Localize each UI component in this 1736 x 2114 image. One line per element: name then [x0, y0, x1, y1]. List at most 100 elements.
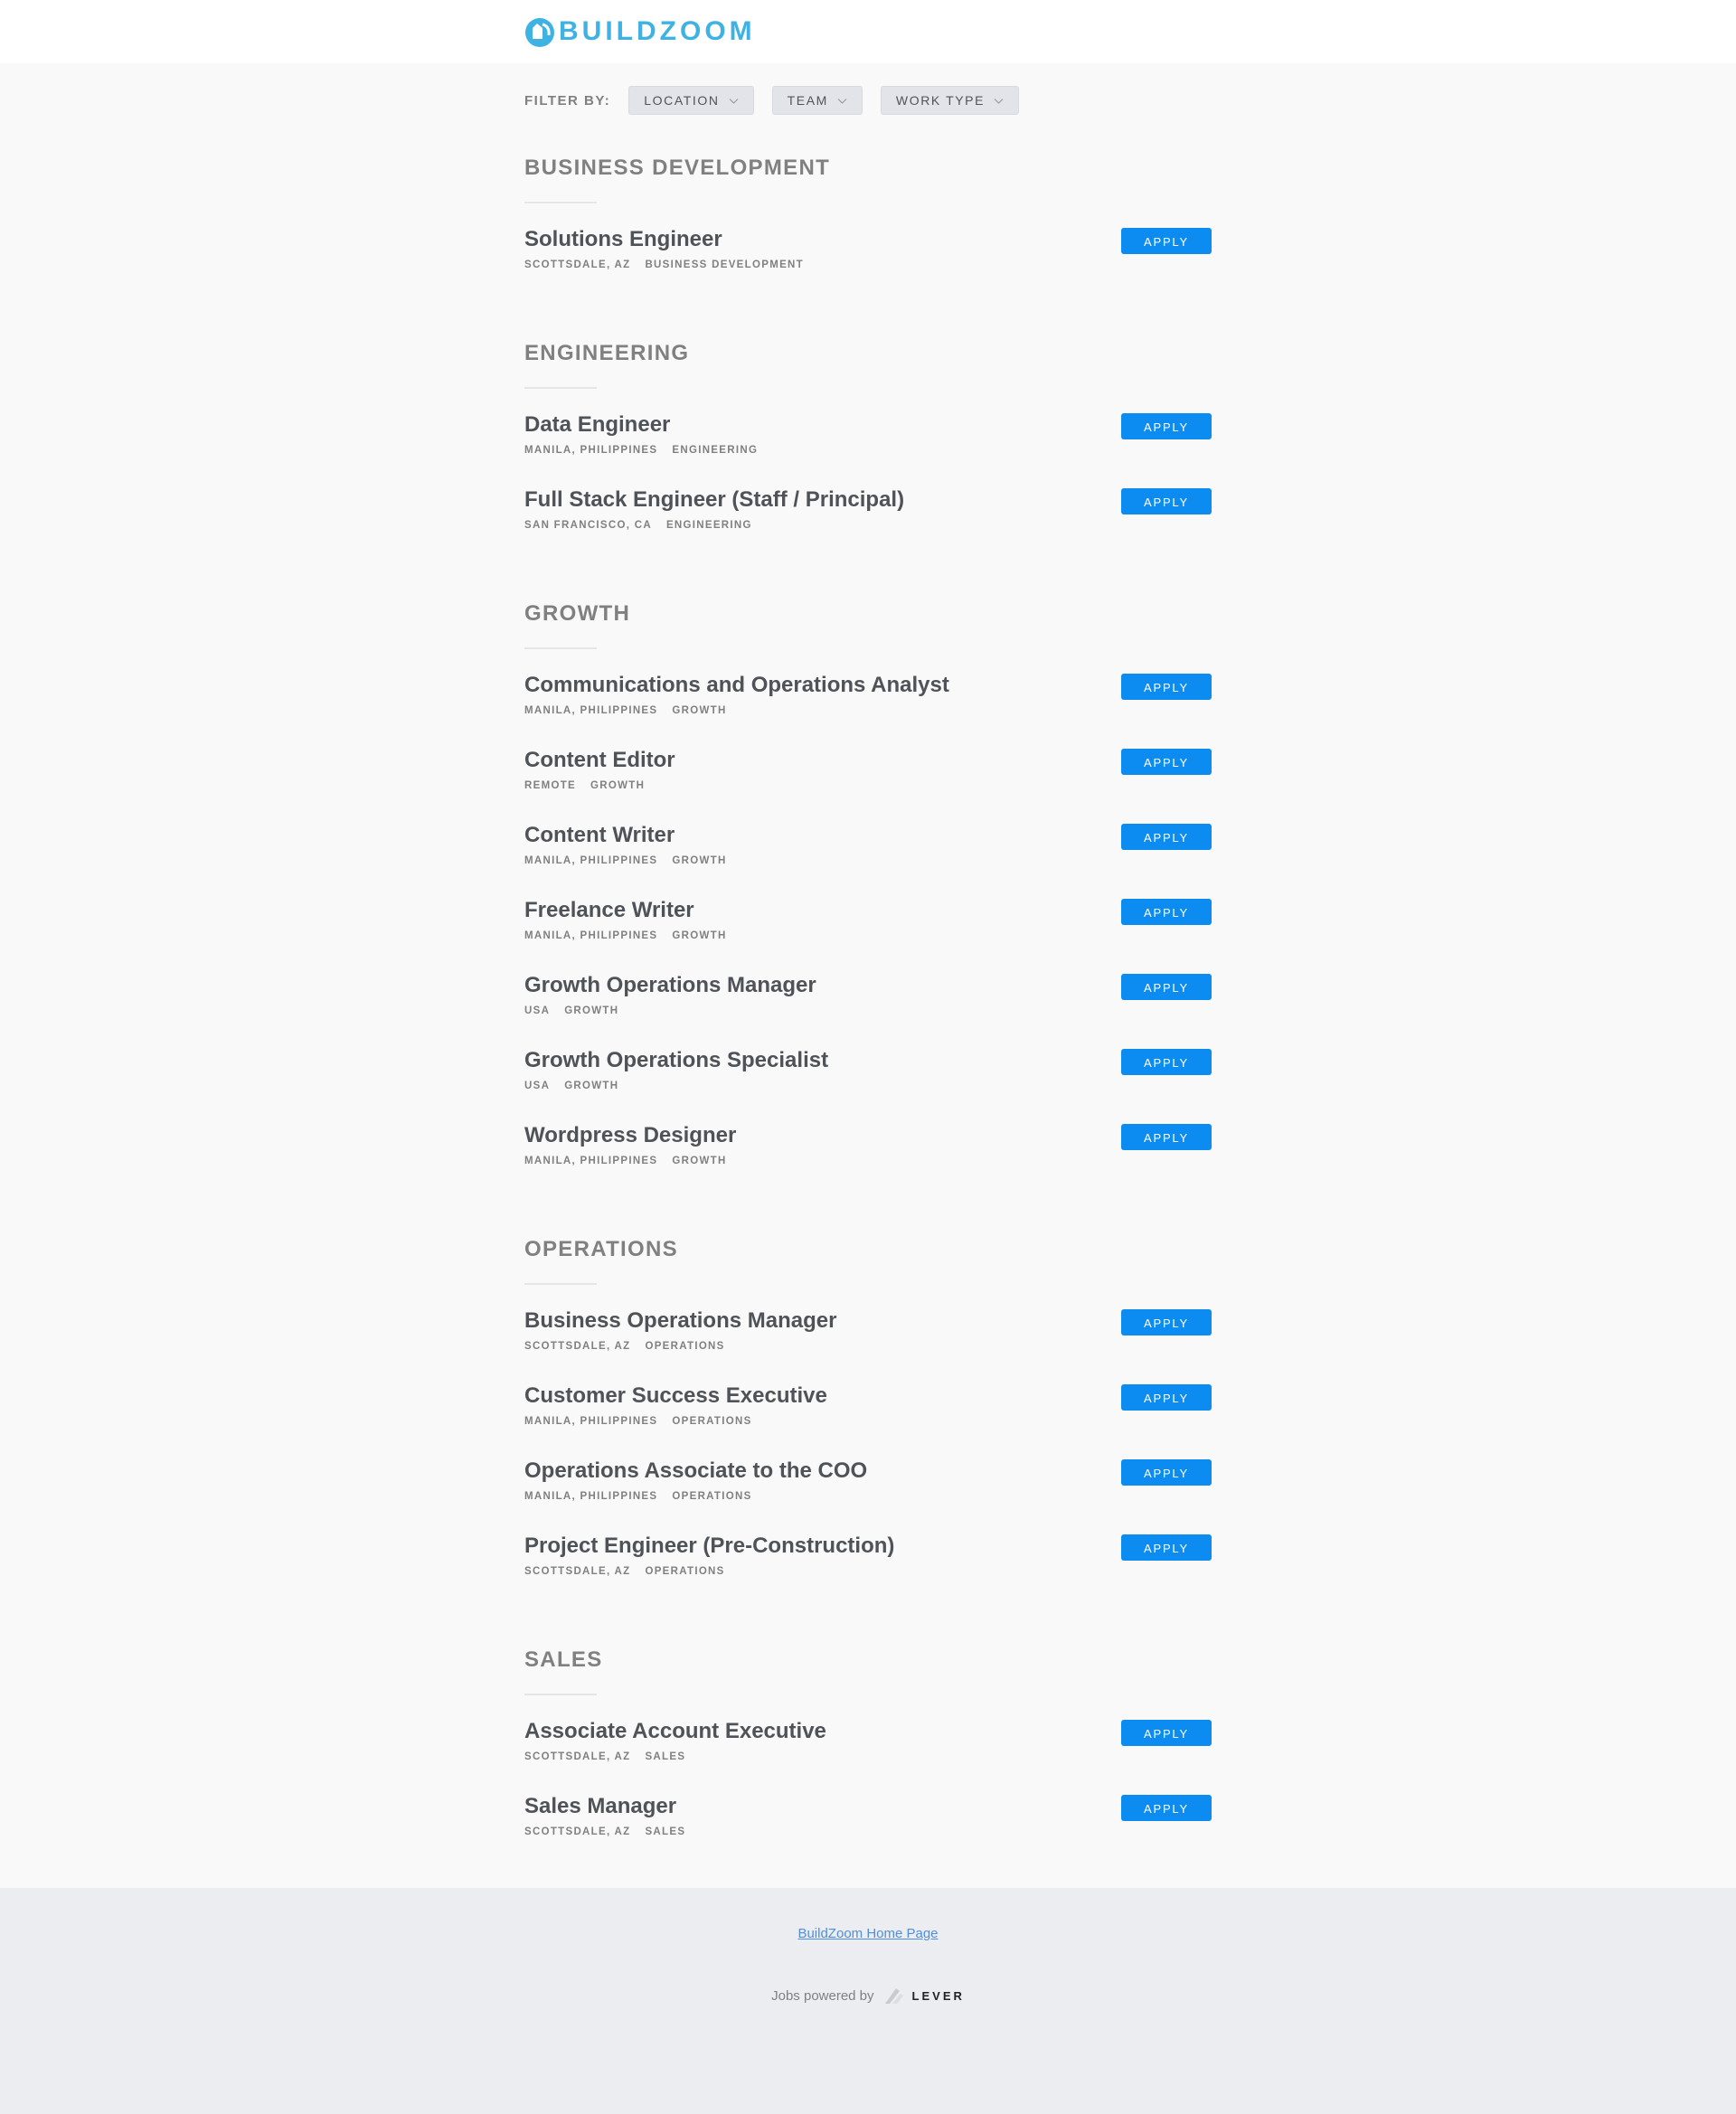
apply-button[interactable]: APPLY — [1121, 899, 1212, 925]
posting-location: SAN FRANCISCO, CA — [524, 520, 652, 531]
job-posting: Growth Operations Manager USA GROWTH APPLY — [524, 971, 1213, 1046]
posting-title-link[interactable]: Customer Success Executive — [524, 1382, 1213, 1411]
apply-button[interactable]: APPLY — [1121, 674, 1212, 700]
posting-meta: USA GROWTH — [524, 1081, 1213, 1091]
posting-title-link[interactable]: Business Operations Manager — [524, 1307, 1213, 1335]
apply-button[interactable]: APPLY — [1121, 1534, 1212, 1561]
posting-team: OPERATIONS — [672, 1416, 752, 1427]
job-posting: Associate Account Executive SCOTTSDALE, A… — [524, 1717, 1213, 1792]
posting-location: MANILA, PHILIPPINES — [524, 1491, 658, 1502]
group-title: ENGINEERING — [524, 341, 690, 365]
group-title: OPERATIONS — [524, 1237, 678, 1261]
posting-title-link[interactable]: Freelance Writer — [524, 896, 1213, 925]
posting-location: MANILA, PHILIPPINES — [524, 705, 658, 716]
job-listings: FILTER BY: LOCATION TEAM WORK TYPE BUSIN… — [524, 86, 1213, 1867]
apply-button[interactable]: APPLY — [1121, 1459, 1212, 1486]
posting-title-link[interactable]: Project Engineer (Pre-Construction) — [524, 1532, 1213, 1561]
group-divider — [524, 1694, 597, 1695]
posting-title-link[interactable]: Communications and Operations Analyst — [524, 671, 1213, 700]
lever-logo-icon — [884, 1988, 903, 2004]
posting-meta: SCOTTSDALE, AZ OPERATIONS — [524, 1341, 1213, 1352]
posting-title-link[interactable]: Content Writer — [524, 821, 1213, 850]
apply-button[interactable]: APPLY — [1121, 1795, 1212, 1821]
posting-location: MANILA, PHILIPPINES — [524, 445, 658, 456]
posting-title-link[interactable]: Data Engineer — [524, 411, 1213, 439]
posting-location: USA — [524, 1081, 551, 1091]
buildzoom-logo[interactable]: BUILDZOOM — [524, 15, 756, 48]
posting-location: MANILA, PHILIPPINES — [524, 930, 658, 941]
posting-title-link[interactable]: Full Stack Engineer (Staff / Principal) — [524, 486, 1213, 514]
apply-button[interactable]: APPLY — [1121, 1049, 1212, 1075]
posting-title-link[interactable]: Growth Operations Manager — [524, 971, 1213, 1000]
job-posting: Full Stack Engineer (Staff / Principal) S… — [524, 486, 1213, 561]
job-posting: Customer Success Executive MANILA, PHILIP… — [524, 1382, 1213, 1457]
home-page-link[interactable]: BuildZoom Home Page — [0, 1926, 1736, 1941]
posting-meta: MANILA, PHILIPPINES OPERATIONS — [524, 1416, 1213, 1427]
work-type-filter-button[interactable]: WORK TYPE — [880, 86, 1020, 115]
apply-button[interactable]: APPLY — [1121, 488, 1212, 514]
posting-team: GROWTH — [564, 1005, 619, 1016]
group-divider — [524, 387, 597, 389]
posting-meta: USA GROWTH — [524, 1005, 1213, 1016]
job-posting: Project Engineer (Pre-Construction) SCOTT… — [524, 1532, 1213, 1607]
brand-name: BUILDZOOM — [559, 16, 756, 46]
posting-team: BUSINESS DEVELOPMENT — [645, 260, 804, 270]
posting-team: GROWTH — [590, 780, 646, 791]
lever-brand[interactable]: LEVER — [912, 1989, 965, 2003]
chevron-down-icon — [994, 98, 1004, 104]
posting-group: BUSINESS DEVELOPMENT Solutions Engineer SC… — [524, 155, 1213, 300]
apply-button[interactable]: APPLY — [1121, 1309, 1212, 1335]
header: BUILDZOOM — [0, 0, 1736, 63]
posting-location: MANILA, PHILIPPINES — [524, 855, 658, 866]
posting-meta: SCOTTSDALE, AZ SALES — [524, 1751, 1213, 1762]
posting-team: GROWTH — [672, 705, 727, 716]
job-posting: Operations Associate to the COO MANILA, P… — [524, 1457, 1213, 1532]
apply-button[interactable]: APPLY — [1121, 413, 1212, 439]
team-filter-label: TEAM — [787, 93, 828, 108]
posting-team: OPERATIONS — [672, 1491, 752, 1502]
apply-button[interactable]: APPLY — [1121, 1720, 1212, 1746]
posting-title-link[interactable]: Growth Operations Specialist — [524, 1046, 1213, 1075]
job-posting: Content Editor REMOTE GROWTH APPLY — [524, 746, 1213, 821]
posting-title-link[interactable]: Solutions Engineer — [524, 225, 1213, 254]
apply-button[interactable]: APPLY — [1121, 974, 1212, 1000]
posting-meta: MANILA, PHILIPPINES GROWTH — [524, 705, 1213, 716]
apply-button[interactable]: APPLY — [1121, 1124, 1212, 1150]
posting-meta: SAN FRANCISCO, CA ENGINEERING — [524, 520, 1213, 531]
chevron-down-icon — [729, 98, 739, 104]
posting-title-link[interactable]: Associate Account Executive — [524, 1717, 1213, 1746]
posting-team: GROWTH — [672, 930, 727, 941]
job-posting: Solutions Engineer SCOTTSDALE, AZ BUSINESS… — [524, 225, 1213, 300]
posting-meta: MANILA, PHILIPPINES OPERATIONS — [524, 1491, 1213, 1502]
chevron-down-icon — [837, 98, 847, 104]
posting-location: SCOTTSDALE, AZ — [524, 1566, 631, 1577]
group-divider — [524, 202, 597, 203]
group-divider — [524, 1283, 597, 1285]
buildzoom-logo-icon — [525, 18, 554, 47]
job-posting: Content Writer MANILA, PHILIPPINES GROWTH A… — [524, 821, 1213, 896]
posting-title-link[interactable]: Operations Associate to the COO — [524, 1457, 1213, 1486]
posting-team: ENGINEERING — [672, 445, 759, 456]
apply-button[interactable]: APPLY — [1121, 749, 1212, 775]
powered-by: Jobs powered by LEVER — [0, 1986, 1736, 2005]
posting-team: GROWTH — [672, 855, 727, 866]
apply-button[interactable]: APPLY — [1121, 228, 1212, 254]
apply-button[interactable]: APPLY — [1121, 824, 1212, 850]
posting-meta: SCOTTSDALE, AZ SALES — [524, 1826, 1213, 1837]
posting-meta: MANILA, PHILIPPINES GROWTH — [524, 930, 1213, 941]
posting-group: SALES Associate Account Executive SCOTTSDA… — [524, 1647, 1213, 1867]
posting-title-link[interactable]: Wordpress Designer — [524, 1121, 1213, 1150]
team-filter-button[interactable]: TEAM — [771, 86, 863, 115]
filter-label: FILTER BY: — [524, 92, 611, 109]
posting-title-link[interactable]: Sales Manager — [524, 1792, 1213, 1821]
job-posting: Communications and Operations Analyst MAN… — [524, 671, 1213, 746]
posting-meta: REMOTE GROWTH — [524, 780, 1213, 791]
apply-button[interactable]: APPLY — [1121, 1384, 1212, 1411]
filter-bar: FILTER BY: LOCATION TEAM WORK TYPE — [524, 86, 1213, 115]
posting-title-link[interactable]: Content Editor — [524, 746, 1213, 775]
posting-team: GROWTH — [564, 1081, 619, 1091]
location-filter-button[interactable]: LOCATION — [628, 86, 754, 115]
footer: BuildZoom Home Page Jobs powered by LEVE… — [0, 1888, 1736, 2114]
posting-meta: MANILA, PHILIPPINES GROWTH — [524, 855, 1213, 866]
posting-location: SCOTTSDALE, AZ — [524, 1751, 631, 1762]
